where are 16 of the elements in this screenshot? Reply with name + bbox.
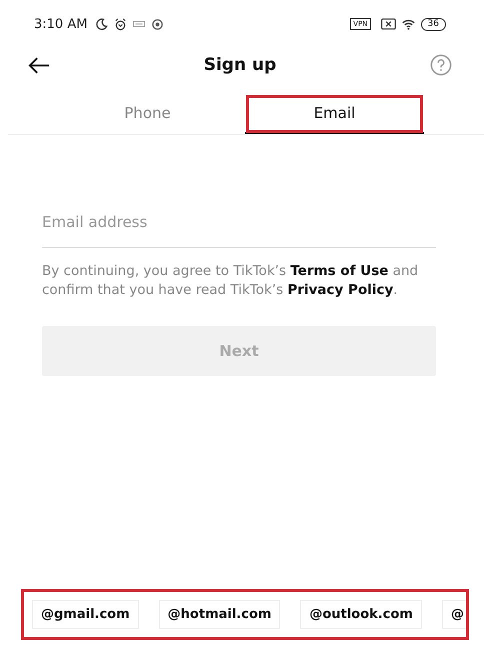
wifi-icon — [402, 18, 415, 30]
battery-indicator: 36 — [420, 18, 446, 30]
email-domain-chip[interactable]: @gmail.com — [32, 600, 139, 629]
email-domain-chip[interactable]: @outlook.com — [300, 600, 422, 629]
tab[interactable]: Phone — [58, 94, 237, 134]
sim-card-icon — [380, 18, 396, 30]
alarm-clock-icon — [114, 18, 128, 30]
page-title: Sign up — [204, 55, 276, 75]
help-icon[interactable] — [430, 54, 452, 76]
email-domain-chip[interactable]: @ — [442, 600, 468, 629]
tab[interactable]: Email — [245, 94, 424, 134]
moon-icon — [95, 18, 108, 30]
back-arrow-icon[interactable] — [28, 56, 50, 74]
legal-notice: By continuing, you agree to TikTok’s Terms of Use and confirm that you have read TikTok’s Privacy Policy. — [42, 262, 420, 300]
email-domain-chip[interactable]: @hotmail.com — [158, 600, 280, 629]
status-time: 3:10 AM — [34, 16, 88, 32]
